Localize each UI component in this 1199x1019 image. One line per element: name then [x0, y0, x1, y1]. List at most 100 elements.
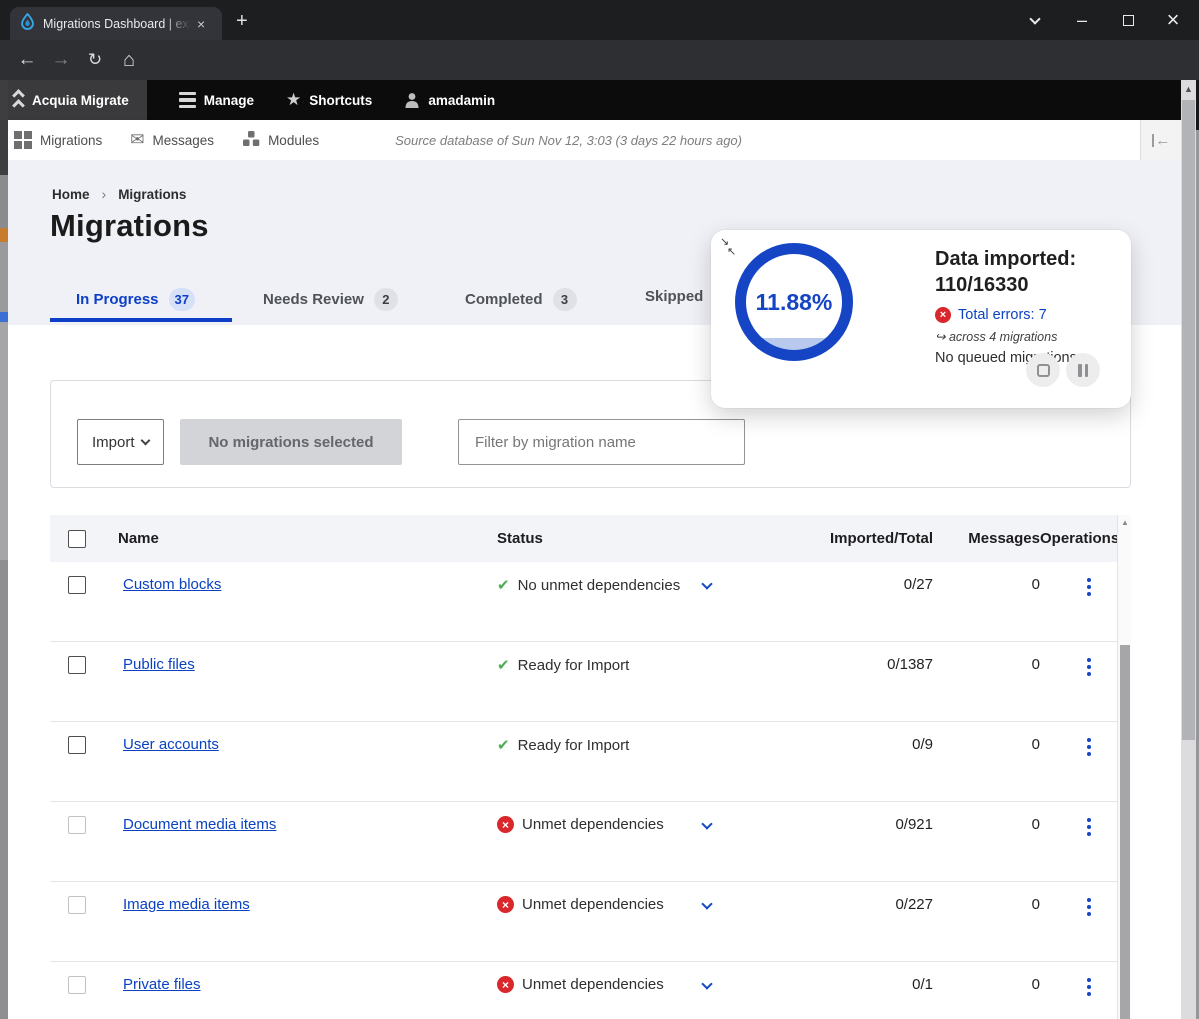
kebab-menu-icon[interactable] — [1087, 736, 1091, 756]
acquia-migrate-brand[interactable]: Acquia Migrate — [0, 80, 147, 120]
modules-icon — [242, 131, 260, 150]
status-text: Unmet dependencies — [522, 976, 664, 993]
no-migrations-selected-button: No migrations selected — [180, 419, 402, 465]
scroll-up-arrow-icon[interactable]: ▲ — [1181, 84, 1196, 94]
window-minimize-button[interactable]: – — [1059, 0, 1105, 40]
toolbar-item-modules[interactable]: Modules — [228, 131, 333, 150]
error-icon: × — [497, 816, 514, 833]
chevron-down-icon[interactable] — [701, 898, 712, 909]
row-checkbox[interactable] — [68, 576, 86, 594]
shrink-card-icon[interactable]: ↘ ↖ — [720, 237, 736, 257]
tab-in-progress[interactable]: In Progress37 — [76, 288, 195, 311]
row-checkbox[interactable] — [68, 816, 86, 834]
chevron-down-icon[interactable] — [701, 818, 712, 829]
migration-name-link[interactable]: Image media items — [123, 896, 250, 913]
table-row: Custom blocks✔No unmet dependencies0/270 — [50, 562, 1131, 642]
browser-scrollbar-thumb[interactable] — [1182, 100, 1195, 740]
collapse-toolbar-button[interactable]: ← — [1140, 120, 1181, 160]
filter-input[interactable] — [458, 419, 745, 465]
screen: Migrations Dashboard | example × + – × ←… — [0, 0, 1199, 1019]
toolbar-item-migrations[interactable]: Migrations — [0, 131, 116, 149]
import-dropdown-button[interactable]: Import — [77, 419, 164, 465]
reload-icon[interactable]: ↻ — [78, 40, 112, 80]
page-title: Migrations — [50, 208, 209, 244]
kebab-menu-icon[interactable] — [1087, 656, 1091, 676]
home-icon[interactable]: ⌂ — [112, 40, 146, 80]
breadcrumb-separator: › — [102, 186, 107, 202]
forward-icon[interactable]: → — [44, 40, 78, 80]
across-migrations-note: ↪ across 4 migrations — [935, 329, 1121, 344]
active-tab-underline — [50, 318, 232, 322]
total-errors-link[interactable]: Total errors: 7 — [958, 307, 1047, 323]
breadcrumb-home-link[interactable]: Home — [52, 187, 90, 202]
chevron-down-icon — [140, 435, 150, 445]
toolbar-item-manage[interactable]: Manage — [163, 80, 270, 120]
col-header-name: Name — [118, 530, 497, 547]
migration-name-link[interactable]: User accounts — [123, 736, 219, 753]
kebab-menu-icon[interactable] — [1087, 976, 1091, 996]
chevron-down-icon[interactable] — [701, 578, 712, 589]
table-scrollbar-thumb[interactable] — [1120, 645, 1130, 1019]
browser-chrome: Migrations Dashboard | example × + – × ←… — [0, 0, 1199, 80]
tab-completed[interactable]: Completed3 — [465, 288, 577, 311]
table-row: Private files×Unmet dependencies0/10 — [50, 962, 1131, 1019]
row-checkbox[interactable] — [68, 896, 86, 914]
status-text: Ready for Import — [518, 737, 630, 754]
toolbar-item-user[interactable]: amadamin — [388, 80, 511, 120]
window-maximize-button[interactable] — [1105, 0, 1151, 40]
kebab-menu-icon[interactable] — [1087, 816, 1091, 836]
imported-total-value: 0/921 — [807, 816, 933, 833]
stop-button[interactable] — [1026, 353, 1060, 387]
status-text: Unmet dependencies — [522, 816, 664, 833]
background-window-sliver-left — [0, 80, 8, 1019]
scroll-up-arrow-icon[interactable]: ▲ — [1118, 518, 1132, 527]
data-imported-count: 110/16330 — [935, 274, 1028, 296]
stop-icon — [1037, 364, 1050, 377]
status-cell: ✔Ready for Import — [497, 736, 807, 754]
pause-button[interactable] — [1066, 353, 1100, 387]
kebab-menu-icon[interactable] — [1087, 576, 1091, 596]
row-checkbox[interactable] — [68, 976, 86, 994]
browser-tab[interactable]: Migrations Dashboard | example × — [10, 7, 222, 40]
progress-card: ↘ ↖ 11.88% Data imported: 110/16330 × To… — [711, 230, 1131, 408]
messages-count: 0 — [933, 736, 1040, 753]
imported-total-value: 0/1 — [807, 976, 933, 993]
admin-toolbar: Acquia Migrate Manage ★ Shortcuts amadam… — [0, 80, 1181, 120]
migration-name-link[interactable]: Document media items — [123, 816, 276, 833]
migration-name-link[interactable]: Private files — [123, 976, 201, 993]
check-icon: ✔ — [497, 656, 510, 674]
col-header-imported: Imported/Total — [807, 530, 933, 547]
drupal-drop-icon — [20, 13, 35, 35]
migration-name-link[interactable]: Public files — [123, 656, 195, 673]
tab-count-badge: 37 — [169, 288, 195, 311]
envelope-icon: ✉ — [130, 130, 144, 150]
browser-scrollbar[interactable]: ▲ — [1181, 80, 1196, 1019]
tab-needs-review[interactable]: Needs Review2 — [263, 288, 398, 311]
toolbar-item-shortcuts[interactable]: ★ Shortcuts — [270, 80, 388, 120]
chevron-down-icon[interactable] — [701, 978, 712, 989]
status-cell: ✔No unmet dependencies — [497, 576, 807, 594]
back-icon[interactable]: ← — [10, 40, 44, 80]
messages-count: 0 — [933, 816, 1040, 833]
page-content: Home › Migrations Migrations In Progress… — [0, 160, 1181, 1019]
window-menu-chevron-icon[interactable] — [1012, 0, 1058, 40]
error-icon: × — [935, 307, 951, 323]
col-header-status: Status — [497, 530, 807, 547]
table-row: Document media items × Unmet dependencies 0… — [50, 802, 1131, 882]
progress-percent: 11.88% — [756, 289, 833, 316]
tab-skipped[interactable]: Skipped — [645, 288, 703, 305]
toolbar-item-messages[interactable]: ✉ Messages — [116, 130, 228, 150]
kebab-menu-icon[interactable] — [1087, 896, 1091, 916]
messages-count: 0 — [933, 576, 1040, 593]
table-scrollbar[interactable]: ▲ — [1117, 515, 1131, 1019]
row-checkbox[interactable] — [68, 736, 86, 754]
new-tab-button[interactable]: + — [236, 10, 248, 33]
col-header-operations: Operations — [1040, 530, 1117, 547]
row-checkbox[interactable] — [68, 656, 86, 674]
breadcrumb: Home › Migrations — [52, 186, 186, 202]
select-all-checkbox[interactable] — [68, 530, 86, 548]
status-cell: ×Unmet dependencies — [497, 896, 807, 913]
migration-name-link[interactable]: Custom blocks — [123, 576, 221, 593]
tab-close-icon[interactable]: × — [197, 16, 205, 32]
window-close-button[interactable]: × — [1150, 0, 1196, 40]
